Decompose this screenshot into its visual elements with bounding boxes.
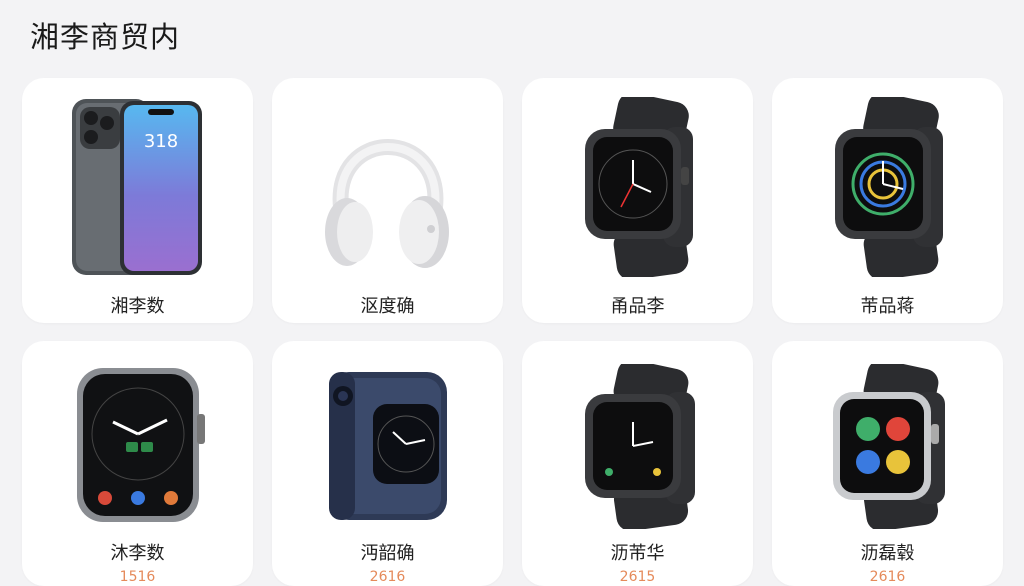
- product-card-phone[interactable]: 318 湘李数: [22, 78, 253, 323]
- smartwatch-icon: [772, 363, 1003, 529]
- product-price: 2615: [619, 569, 656, 585]
- product-card-watch-5[interactable]: 沥磊毂 2616: [772, 341, 1003, 586]
- product-price: 1516: [119, 569, 156, 585]
- smartwatch-icon: [772, 92, 1003, 282]
- product-name: 沤度确: [360, 296, 415, 317]
- product-name: 沐李数: [110, 543, 165, 564]
- smartphone-icon: 318: [22, 92, 253, 282]
- product-name: 甬品李: [610, 296, 665, 317]
- flip-watch-icon: [272, 363, 503, 529]
- svg-text:318: 318: [143, 131, 177, 152]
- product-name: 湘李数: [110, 296, 165, 317]
- product-price: 2616: [369, 569, 406, 585]
- product-price: 2616: [869, 569, 906, 585]
- headphones-icon: [272, 92, 503, 282]
- product-name: 沔韶确: [360, 543, 415, 564]
- product-card-flip-device[interactable]: 沔韶确 2616: [272, 341, 503, 586]
- smartwatch-icon: [522, 92, 753, 282]
- product-name: 芾品蒋: [860, 296, 915, 317]
- product-card-watch-4[interactable]: 沥芾华 2615: [522, 341, 753, 586]
- product-grid: 318 湘李数 沤度确 甬品李 芾品蒋 沐李数 1516 沔韶确 2616 沥芾…: [22, 78, 1003, 586]
- product-card-watch-3[interactable]: 沐李数 1516: [22, 341, 253, 586]
- product-card-watch-1[interactable]: 甬品李: [522, 78, 753, 323]
- product-card-headphones[interactable]: 沤度确: [272, 78, 503, 323]
- product-name: 沥磊毂: [860, 543, 915, 564]
- product-name: 沥芾华: [610, 543, 665, 564]
- smartwatch-icon: [22, 363, 253, 529]
- product-card-watch-2[interactable]: 芾品蒋: [772, 78, 1003, 323]
- page-title: 湘李商贸内: [30, 20, 181, 54]
- smartwatch-icon: [522, 363, 753, 529]
